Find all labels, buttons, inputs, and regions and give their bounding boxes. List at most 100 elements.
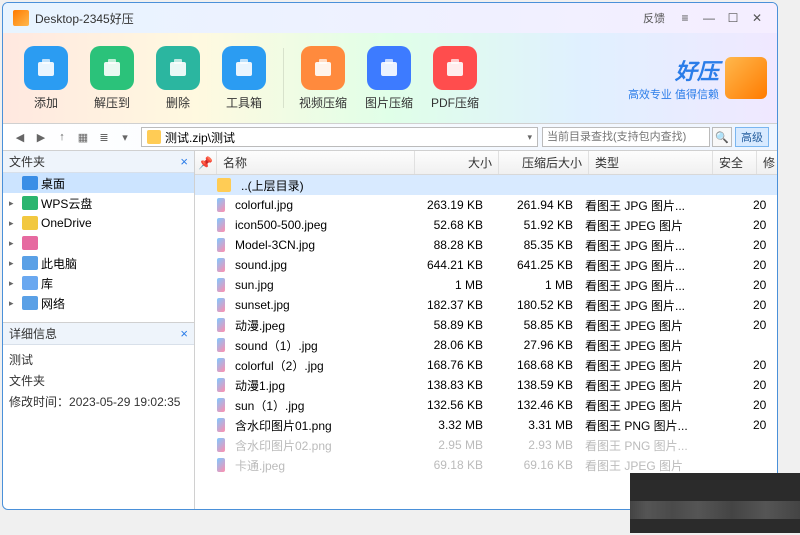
file-row[interactable]: sound.jpg 644.21 KB 641.25 KB 看图王 JPG 图片…	[195, 255, 777, 275]
tool-label: PDF压缩	[431, 94, 479, 111]
file-compressed: 2.93 MB	[489, 438, 579, 452]
col-compressed[interactable]: 压缩后大小	[499, 151, 589, 174]
file-size: 52.68 KB	[405, 218, 489, 232]
tool-解压到[interactable]: 解压到	[79, 46, 145, 111]
file-row[interactable]: sound（1）.jpg 28.06 KB 27.96 KB 看图王 JPEG …	[195, 335, 777, 355]
file-type: 看图王 JPG 图片...	[579, 197, 703, 214]
tool-icon	[90, 46, 134, 90]
expand-icon[interactable]: ▸	[9, 218, 19, 229]
menu-icon[interactable]: ≡	[675, 8, 695, 28]
close-details-panel[interactable]: ×	[180, 326, 188, 341]
close-button[interactable]: ✕	[747, 8, 767, 28]
nav-bar: ◀ ▶ ↑ ▦ ≣ ▾ 测试.zip\测试 ▾ 🔍 高级	[3, 123, 777, 151]
file-type: 看图王 JPG 图片...	[579, 277, 703, 294]
advanced-button[interactable]: 高级	[735, 127, 769, 147]
file-modified: 20	[747, 378, 777, 392]
column-headers: 📌 名称 大小 压缩后大小 类型 安全 修	[195, 151, 777, 175]
tool-label: 视频压缩	[299, 94, 347, 111]
detail-name: 测试	[9, 351, 188, 368]
file-row[interactable]: 含水印图片01.png 3.32 MB 3.31 MB 看图王 PNG 图片..…	[195, 415, 777, 435]
up-button[interactable]: ↑	[53, 128, 71, 146]
tool-icon	[156, 46, 200, 90]
tool-label: 添加	[34, 94, 58, 111]
file-row[interactable]: 含水印图片02.png 2.95 MB 2.93 MB 看图王 PNG 图片..…	[195, 435, 777, 455]
tool-图片压缩[interactable]: 图片压缩	[356, 46, 422, 111]
tool-label: 图片压缩	[365, 94, 413, 111]
file-row[interactable]: 动漫1.jpg 138.83 KB 138.59 KB 看图王 JPEG 图片 …	[195, 375, 777, 395]
search-button[interactable]: 🔍	[712, 127, 732, 147]
tool-删除[interactable]: 删除	[145, 46, 211, 111]
tool-icon	[367, 46, 411, 90]
maximize-button[interactable]: ☐	[723, 8, 743, 28]
tree-item[interactable]: ▸	[3, 233, 194, 253]
file-modified: 20	[747, 298, 777, 312]
minimize-button[interactable]: —	[699, 8, 719, 28]
tree-label: WPS云盘	[41, 195, 92, 212]
file-row[interactable]: sunset.jpg 182.37 KB 180.52 KB 看图王 JPG 图…	[195, 295, 777, 315]
tool-PDF压缩[interactable]: PDF压缩	[422, 46, 488, 111]
tree-item[interactable]: ▸ 网络	[3, 293, 194, 313]
file-row[interactable]: colorful（2）.jpg 168.76 KB 168.68 KB 看图王 …	[195, 355, 777, 375]
tool-添加[interactable]: 添加	[13, 46, 79, 111]
col-name[interactable]: 名称	[217, 151, 415, 174]
tree-item[interactable]: ▸ OneDrive	[3, 213, 194, 233]
file-row[interactable]: sun（1）.jpg 132.56 KB 132.46 KB 看图王 JPEG …	[195, 395, 777, 415]
expand-icon[interactable]: ▸	[9, 298, 19, 309]
details-title: 详细信息	[9, 325, 57, 342]
tree-item[interactable]: 桌面	[3, 173, 194, 193]
folder-icon	[217, 178, 231, 192]
file-icon	[217, 358, 225, 372]
detail-kind: 文件夹	[9, 372, 188, 389]
expand-icon[interactable]: ▸	[9, 278, 19, 289]
forward-button[interactable]: ▶	[32, 128, 50, 146]
file-row[interactable]: colorful.jpg 263.19 KB 261.94 KB 看图王 JPG…	[195, 195, 777, 215]
file-name: 动漫1.jpg	[229, 377, 405, 394]
file-row[interactable]: 动漫.jpeg 58.89 KB 58.85 KB 看图王 JPEG 图片 20	[195, 315, 777, 335]
view-icons-button[interactable]: ▦	[74, 128, 92, 146]
file-compressed: 641.25 KB	[489, 258, 579, 272]
view-list-button[interactable]: ≣	[95, 128, 113, 146]
search-input[interactable]	[542, 127, 710, 147]
file-compressed: 138.59 KB	[489, 378, 579, 392]
chevron-down-icon[interactable]: ▾	[527, 132, 532, 143]
expand-icon[interactable]: ▸	[9, 258, 19, 269]
file-row[interactable]: Model-3CN.jpg 88.28 KB 85.35 KB 看图王 JPG …	[195, 235, 777, 255]
file-name: 含水印图片01.png	[229, 417, 405, 434]
pin-column[interactable]: 📌	[195, 151, 217, 174]
tool-工具箱[interactable]: 工具箱	[211, 46, 277, 111]
tree-label: OneDrive	[41, 216, 92, 230]
tree-item[interactable]: ▸ 库	[3, 273, 194, 293]
col-type[interactable]: 类型	[589, 151, 713, 174]
file-name: 卡通.jpeg	[229, 457, 405, 474]
col-security[interactable]: 安全	[713, 151, 757, 174]
brand-title: 好压	[675, 54, 719, 86]
tool-视频压缩[interactable]: 视频压缩	[290, 46, 356, 111]
file-type: 看图王 JPEG 图片	[579, 337, 703, 354]
back-button[interactable]: ◀	[11, 128, 29, 146]
close-folders-panel[interactable]: ×	[180, 154, 188, 169]
col-modified[interactable]: 修	[757, 151, 777, 174]
main-toolbar: 添加 解压到 删除 工具箱 视频压缩 图片压缩 PDF压缩 好压 高效专业 值得…	[3, 33, 777, 123]
file-modified: 20	[747, 258, 777, 272]
file-size: 88.28 KB	[405, 238, 489, 252]
path-input[interactable]: 测试.zip\测试 ▾	[141, 127, 538, 147]
parent-dir-row[interactable]: ..(上层目录)	[195, 175, 777, 195]
feedback-link[interactable]: 反馈	[643, 10, 665, 26]
tree-item[interactable]: ▸ 此电脑	[3, 253, 194, 273]
file-type: 看图王 JPEG 图片	[579, 217, 703, 234]
file-row[interactable]: 卡通.jpeg 69.18 KB 69.16 KB 看图王 JPEG 图片	[195, 455, 777, 475]
dropdown-button[interactable]: ▾	[116, 128, 134, 146]
file-type: 看图王 JPEG 图片	[579, 397, 703, 414]
file-row[interactable]: sun.jpg 1 MB 1 MB 看图王 JPG 图片... 20	[195, 275, 777, 295]
col-size[interactable]: 大小	[415, 151, 499, 174]
tree-item[interactable]: ▸ WPS云盘	[3, 193, 194, 213]
brand: 好压 高效专业 值得信赖	[628, 54, 767, 102]
file-name: sun（1）.jpg	[229, 397, 405, 414]
file-size: 3.32 MB	[405, 418, 489, 432]
file-size: 263.19 KB	[405, 198, 489, 212]
expand-icon[interactable]: ▸	[9, 198, 19, 209]
file-row[interactable]: icon500-500.jpeg 52.68 KB 51.92 KB 看图王 J…	[195, 215, 777, 235]
file-modified: 20	[747, 418, 777, 432]
tool-label: 工具箱	[226, 94, 262, 111]
expand-icon[interactable]: ▸	[9, 238, 19, 249]
